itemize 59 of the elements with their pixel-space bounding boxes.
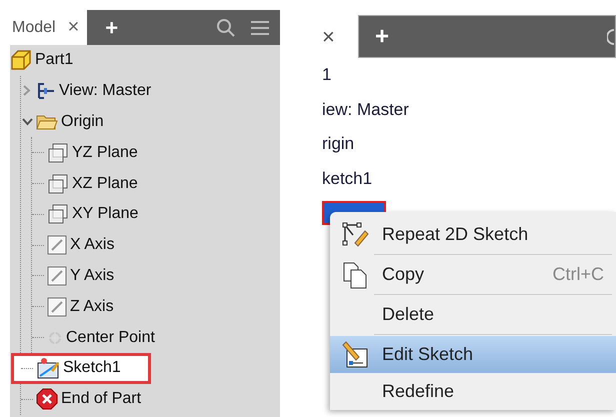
model-tab[interactable]: Model ×	[10, 10, 88, 45]
tree-item[interactable]: XZ Plane	[32, 168, 280, 199]
plane-icon	[47, 142, 69, 163]
item-label: Part1	[35, 51, 74, 70]
axis-icon	[47, 266, 67, 286]
view-tree-icon	[36, 82, 56, 100]
tree-item[interactable]: End of Part	[21, 384, 280, 415]
tab-label: Model	[12, 18, 56, 36]
shortcut-label: Ctrl+C	[552, 264, 604, 285]
tree-item[interactable]: Sketch1	[11, 352, 151, 384]
tree-item[interactable]: View: Master	[21, 76, 280, 107]
item-label: Origin	[61, 112, 104, 131]
tree-item[interactable]: Z Axis	[32, 291, 280, 322]
item-label: X Axis	[70, 236, 114, 254]
tree-item[interactable]: Part1	[10, 45, 280, 76]
menu-item-label: Redefine	[382, 381, 456, 402]
item-label: Z Axis	[70, 298, 114, 316]
tree-item[interactable]: ketch1	[322, 168, 372, 189]
sketch-pencil-icon	[341, 220, 369, 248]
item-label: Sketch1	[63, 359, 121, 378]
item-label: End of Part	[61, 390, 142, 408]
tree-item[interactable]: iew: Master	[322, 100, 409, 120]
tree-item[interactable]: Y Axis	[32, 260, 280, 292]
sketch-icon	[36, 357, 60, 380]
menu-item-label: Delete	[382, 304, 436, 325]
tree-item[interactable]: YZ Plane	[32, 137, 280, 168]
edit-sketch-icon	[341, 340, 369, 368]
item-label: XZ Plane	[72, 174, 138, 193]
tree-item[interactable]: rigin	[322, 134, 354, 154]
menu-icon[interactable]	[250, 20, 270, 36]
item-label: YZ Plane	[72, 144, 138, 162]
tree-item[interactable]: Center Point	[32, 322, 280, 353]
end-icon	[36, 388, 58, 410]
folder-icon	[36, 112, 58, 131]
cube-icon	[10, 49, 32, 72]
add-tab-button[interactable]: +	[369, 22, 396, 52]
menu-item[interactable]: Repeat 2D Sketch	[330, 216, 616, 253]
menu-item-label: Copy	[382, 264, 426, 285]
copy-icon	[342, 260, 368, 288]
plane-icon	[47, 204, 69, 224]
tree-item[interactable]: XY Plane	[32, 198, 280, 230]
tree-item[interactable]: Origin	[21, 106, 280, 138]
axis-icon	[47, 296, 67, 317]
item-label: Y Axis	[70, 266, 114, 285]
menu-item-label: Edit Sketch	[382, 344, 474, 365]
item-label: View: Master	[59, 82, 152, 100]
item-label: Center Point	[66, 328, 155, 347]
menu-item[interactable]: Redefine	[330, 373, 616, 410]
close-tab-button[interactable]: ×	[68, 16, 80, 39]
tree-item[interactable]: X Axis	[32, 230, 280, 261]
menu-item[interactable]: Copy Ctrl+C	[330, 256, 616, 293]
item-label: XY Plane	[72, 205, 138, 224]
add-tab-button[interactable]: +	[99, 14, 124, 42]
menu-item[interactable]: Edit Sketch	[330, 336, 616, 373]
tree-item[interactable]: 1	[322, 65, 332, 86]
plane-icon	[47, 174, 69, 194]
menu-item[interactable]: Delete	[330, 296, 616, 333]
menu-item-label: Repeat 2D Sketch	[382, 224, 530, 245]
axis-icon	[47, 235, 67, 256]
